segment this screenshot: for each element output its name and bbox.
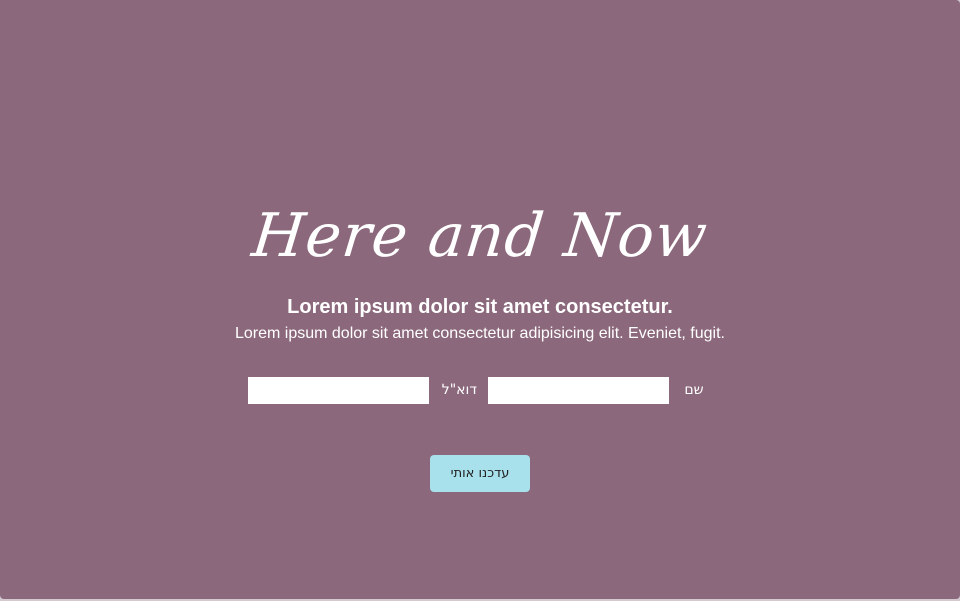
page-title: Here and Now [248, 201, 712, 271]
name-field[interactable] [488, 377, 669, 404]
hero-panel: Here and Now Lorem ipsum dolor sit amet … [0, 0, 960, 599]
hero-description: Lorem ipsum dolor sit amet consectetur a… [234, 325, 725, 342]
hero-subtitle: Lorem ipsum dolor sit amet consectetur. [287, 296, 673, 318]
email-label: דוא"ל [441, 382, 477, 398]
update-me-button[interactable]: עדכנו אותי [430, 455, 530, 492]
name-label: שם [684, 382, 704, 398]
email-field[interactable] [248, 377, 429, 404]
